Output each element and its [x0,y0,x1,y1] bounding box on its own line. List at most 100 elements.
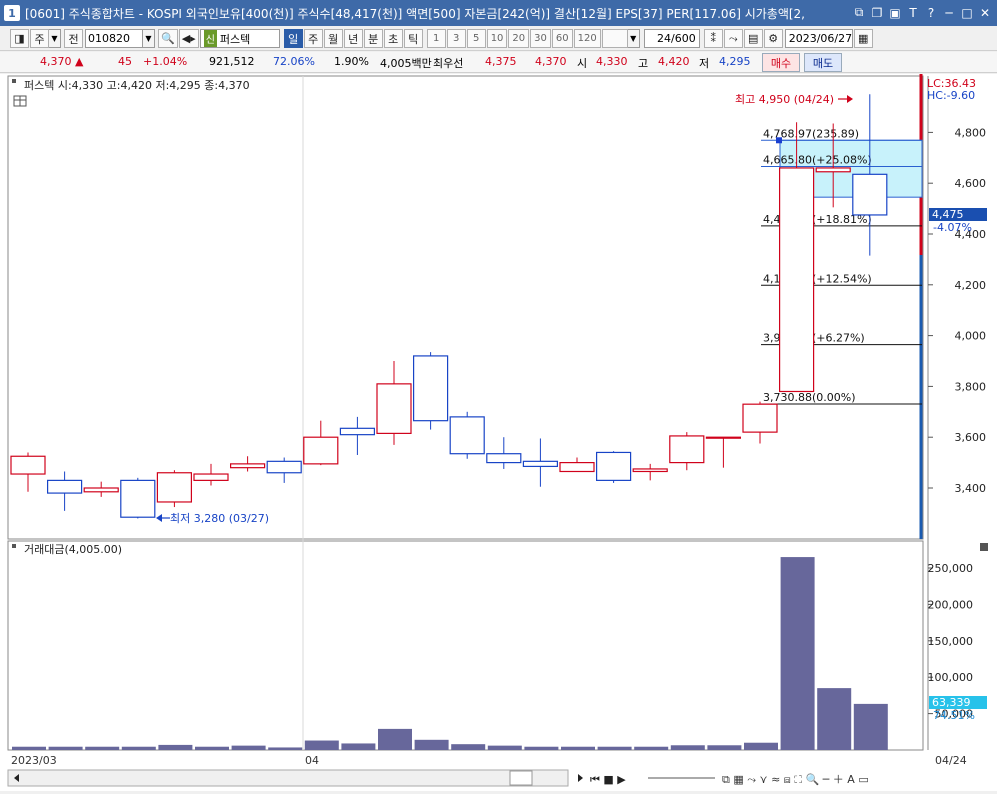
speaker-icon[interactable]: ◀▸ [178,29,199,48]
maximize-icon[interactable]: □ [959,4,975,21]
settings-icon[interactable]: ⚙ [763,29,783,48]
chart-type-icon[interactable]: ◨ [10,29,29,48]
minute-1-button[interactable]: 1 [426,29,446,48]
minute-60-button[interactable]: 60 [551,29,573,48]
volume-tick-label: 250,000 [928,562,974,575]
price-tick-label: 4,800 [955,126,987,139]
indicator-icon[interactable]: ⁑ [703,29,723,48]
volume-bar [451,744,486,750]
search-icon[interactable]: 🔍 [158,29,178,48]
layout-icon[interactable]: ▣ [887,4,903,21]
calendar-icon[interactable]: ▦ [853,29,873,48]
current-price-tag-text: 4,475 [932,208,964,221]
volume-bar [341,743,376,750]
legend-marker [12,79,16,83]
sell-button[interactable]: 매도 [804,53,842,72]
minute-120-button[interactable]: 120 [573,29,601,48]
minute-3-button[interactable]: 3 [446,29,466,48]
best-ask: 4,375 [485,55,517,68]
period-week-tab[interactable]: 주 [303,29,323,48]
chevron-down-icon[interactable]: ▼ [49,29,61,48]
candle-body [778,167,815,393]
minute-20-button[interactable]: 20 [508,29,530,48]
date-input[interactable]: 2023/06/27 [784,29,853,48]
price-tick-label: 4,000 [955,330,987,343]
bar-count-input[interactable]: 24/600 [643,29,700,48]
chevron-down-icon[interactable]: ▼ [627,29,640,48]
hc-label: HC:-9.60 [927,89,975,102]
period-type-select[interactable]: 주 [30,29,49,48]
line-tool-icon[interactable]: ⤳ [723,29,743,48]
volume-bar [304,740,339,750]
save-icon[interactable]: ▤ [743,29,763,48]
candle-body [413,355,449,422]
best-bid-label: 최우선 [433,57,464,70]
volume-tick-label: 100,000 [928,671,974,684]
period-minute-tab[interactable]: 분 [363,29,383,48]
fib-label: 3,730.88(0.00%) [763,391,856,404]
volume-bar [48,746,83,750]
candle [413,352,449,430]
play-controls-icon[interactable]: ⏮ ■ ▶ [590,773,626,786]
candle [595,451,632,483]
link-icon[interactable]: ⧉ [851,4,867,21]
copy-icon[interactable]: ❐ [869,4,885,21]
minute-30-button[interactable]: 30 [530,29,551,48]
candle-body [852,173,888,216]
panel-close-icon[interactable] [980,543,988,551]
minute-5-button[interactable]: 5 [466,29,486,48]
volume-bar [414,739,449,750]
chart-tools-icons[interactable]: ⧉ ▦ ⤳ ⋎ ≈ ⧈ ⛶ 🔍 ─ ＋ A ▭ [722,772,869,786]
volume-bar [561,746,595,750]
stock-name-box[interactable]: 신 퍼스텍 [199,29,280,48]
volume-bar [378,728,412,750]
volume-bar [780,557,815,750]
stock-code-input[interactable]: 010820 [85,29,143,48]
buy-button[interactable]: 매수 [762,53,800,72]
prev-button[interactable]: 전 [64,29,83,48]
period-tick-tab[interactable]: 틱 [403,29,423,48]
chart-area: 퍼스텍 시:4,330 고:4,420 저:4,295 종:4,370 LC:3… [0,74,997,791]
close-icon[interactable]: ✕ [977,4,993,21]
quote-open: 4,330 [596,55,628,68]
quote-high: 4,420 [658,55,690,68]
candle-body [266,460,302,474]
candle-body [339,427,375,436]
scroll-thumb[interactable] [509,770,533,786]
minimize-icon[interactable]: ─ [941,4,957,21]
low-note: 최저 3,280 (03/27) [170,512,269,525]
volume-tick-label: 200,000 [928,598,974,611]
quote-change-pct: +1.04% [143,55,188,68]
candle-body [46,479,83,494]
high-label: 고 [638,57,649,70]
font-icon[interactable]: T [905,4,921,21]
volume-bar [487,745,522,750]
minute-10-button[interactable]: 10 [486,29,508,48]
volume-bar [634,746,669,750]
period-second-tab[interactable]: 초 [383,29,403,48]
period-month-tab[interactable]: 월 [323,29,343,48]
scroll-right-icon[interactable] [578,774,583,782]
period-year-tab[interactable]: 년 [343,29,363,48]
current-change-tag: -4.07% [933,221,972,234]
price-tick-label: 3,800 [955,380,987,393]
custom-period-select[interactable] [601,29,628,48]
candle [449,411,485,459]
candle-body [193,473,229,481]
candle-body [303,436,339,465]
chevron-down-icon[interactable]: ▼ [143,29,155,48]
price-tick-label: 4,600 [955,177,987,190]
quote-price: 4,370 [40,55,72,68]
help-icon[interactable]: ? [923,4,939,21]
chart-scrollbar[interactable] [7,769,569,787]
bar-count: 24 [657,32,672,45]
x-label-end: 04/24 [935,754,967,767]
period-day-tab[interactable]: 일 [283,29,303,48]
price-tick-label: 4,200 [955,279,987,292]
volume-bar [121,746,156,750]
price-legend: 퍼스텍 시:4,330 고:4,420 저:4,295 종:4,370 [24,79,250,92]
candle-body [595,451,632,481]
volume-tick-label: 150,000 [928,635,974,648]
stock-chart[interactable]: 퍼스텍 시:4,330 고:4,420 저:4,295 종:4,370 LC:3… [0,74,997,791]
quote-amount: 4,005백만 [380,57,432,70]
